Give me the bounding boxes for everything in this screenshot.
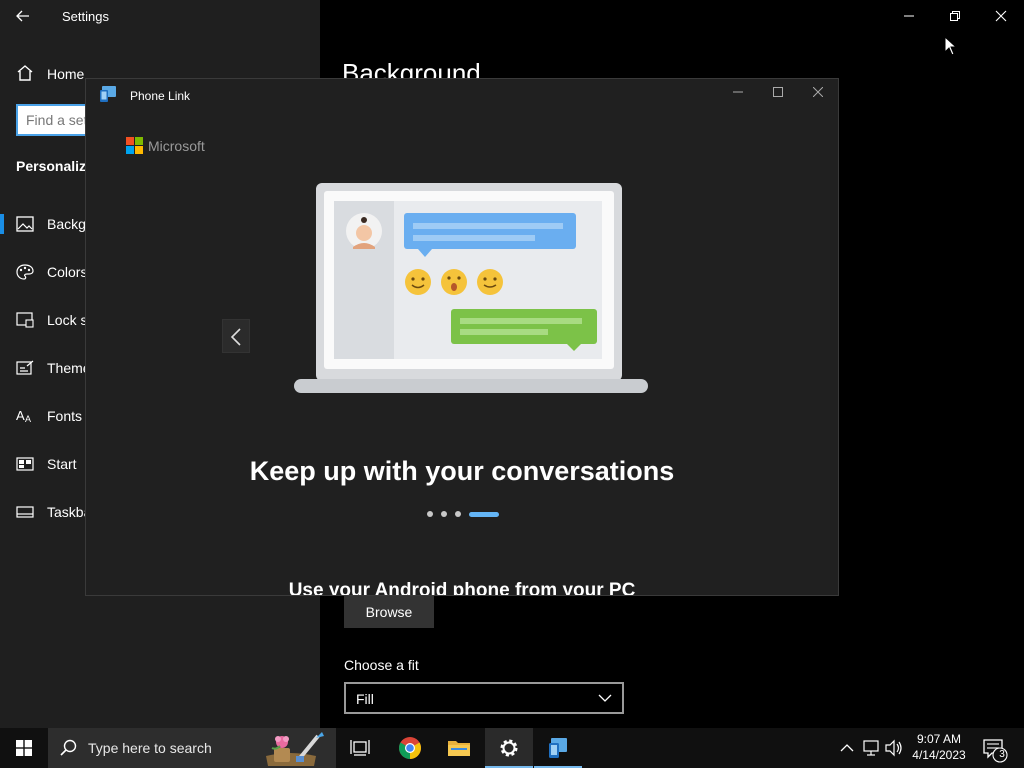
phone-link-titlebar: Phone Link	[86, 79, 838, 111]
chrome-icon	[399, 737, 421, 759]
action-center-button[interactable]	[978, 728, 1016, 768]
window-title: Settings	[62, 9, 109, 24]
carousel-headline: Keep up with your conversations	[249, 456, 675, 486]
selected-indicator	[0, 214, 4, 234]
taskbar-search-placeholder: Type here to search	[88, 740, 212, 756]
taskbar-icon	[16, 506, 34, 518]
fit-dropdown[interactable]: Fill	[344, 682, 624, 714]
carousel-dot-active[interactable]	[469, 512, 499, 517]
clock-time: 9:07 AM	[916, 732, 962, 746]
settings-icon	[500, 739, 518, 757]
chevron-down-icon	[598, 694, 612, 702]
phone-link-window: Phone Link Microsoft Keep up with your c…	[85, 78, 839, 596]
notification-icon	[983, 739, 1008, 763]
restore-button[interactable]	[932, 0, 978, 32]
logo-square	[126, 137, 134, 145]
phone-link-minimize-button[interactable]	[718, 79, 758, 107]
themes-icon	[16, 360, 34, 375]
search-icon	[60, 739, 77, 756]
phone-link-taskbar-button[interactable]	[534, 728, 582, 768]
chrome-button[interactable]	[386, 728, 434, 768]
svg-text:A: A	[16, 408, 25, 423]
file-explorer-icon	[448, 741, 470, 756]
mouse-pointer-icon	[944, 36, 958, 56]
settings-titlebar: Settings	[0, 0, 1024, 32]
fit-dropdown-value: Fill	[356, 691, 374, 707]
carousel-page-indicator	[425, 510, 505, 518]
microsoft-logo: Microsoft	[126, 137, 226, 155]
carousel-dot[interactable]	[427, 511, 433, 517]
taskbar-clock[interactable]: 9:07 AM 4/14/2023	[904, 731, 974, 765]
phone-link-title: Phone Link	[130, 89, 191, 103]
carousel-dot[interactable]	[455, 511, 461, 517]
sidebar-item-label: Fonts	[47, 408, 83, 424]
chevron-left-icon	[230, 328, 241, 346]
home-icon	[17, 65, 33, 81]
taskbar-search-box[interactable]: Type here to search	[48, 728, 336, 768]
minimize-icon	[733, 91, 743, 93]
phone-link-app-icon	[100, 86, 116, 102]
clock-date: 4/14/2023	[912, 748, 966, 762]
phone-link-maximize-button[interactable]	[758, 79, 798, 107]
task-view-button[interactable]	[336, 728, 384, 768]
home-label: Home	[47, 66, 85, 82]
network-icon[interactable]	[862, 728, 882, 768]
laptop-conversation-illustration	[294, 183, 648, 393]
logo-square	[135, 137, 143, 145]
settings-taskbar-button[interactable]	[485, 728, 533, 768]
start-button[interactable]	[0, 728, 48, 768]
windows-logo-icon	[16, 740, 32, 756]
minimize-icon	[904, 15, 914, 17]
maximize-icon	[773, 87, 783, 97]
close-icon	[995, 10, 1007, 22]
microsoft-wordmark: Microsoft	[148, 138, 205, 154]
carousel-previous-button[interactable]	[222, 319, 250, 353]
minimize-button[interactable]	[886, 0, 932, 32]
search-highlight-icon	[266, 732, 324, 766]
task-view-icon	[350, 740, 370, 756]
svg-text:A: A	[25, 414, 31, 424]
carousel-dot[interactable]	[441, 511, 447, 517]
browse-button[interactable]: Browse	[344, 596, 434, 628]
file-explorer-button[interactable]	[435, 728, 483, 768]
logo-square	[135, 146, 143, 154]
show-hidden-icons-chevron-icon[interactable]	[838, 728, 856, 768]
restore-icon	[950, 11, 960, 21]
fonts-icon: AA	[16, 408, 31, 424]
logo-square	[126, 146, 134, 154]
back-button[interactable]	[12, 6, 36, 26]
start-icon	[16, 457, 34, 471]
back-arrow-icon	[16, 10, 29, 22]
close-button[interactable]	[978, 0, 1024, 32]
close-icon	[813, 87, 823, 97]
picture-icon	[16, 216, 34, 232]
phone-link-close-button[interactable]	[798, 79, 838, 107]
choose-fit-label: Choose a fit	[344, 657, 419, 673]
lock-screen-icon	[16, 312, 34, 328]
notification-count-badge: 3	[999, 749, 1005, 760]
palette-icon	[16, 264, 34, 280]
sidebar-item-label: Colors	[47, 264, 88, 280]
volume-icon[interactable]	[884, 728, 904, 768]
carousel-subheadline: Use your Android phone from your PC	[288, 580, 636, 596]
taskbar: Type here to search 9:07 AM 4/14/2023 3	[0, 728, 1024, 768]
phone-link-icon	[549, 738, 567, 758]
sidebar-item-label: Start	[47, 456, 77, 472]
